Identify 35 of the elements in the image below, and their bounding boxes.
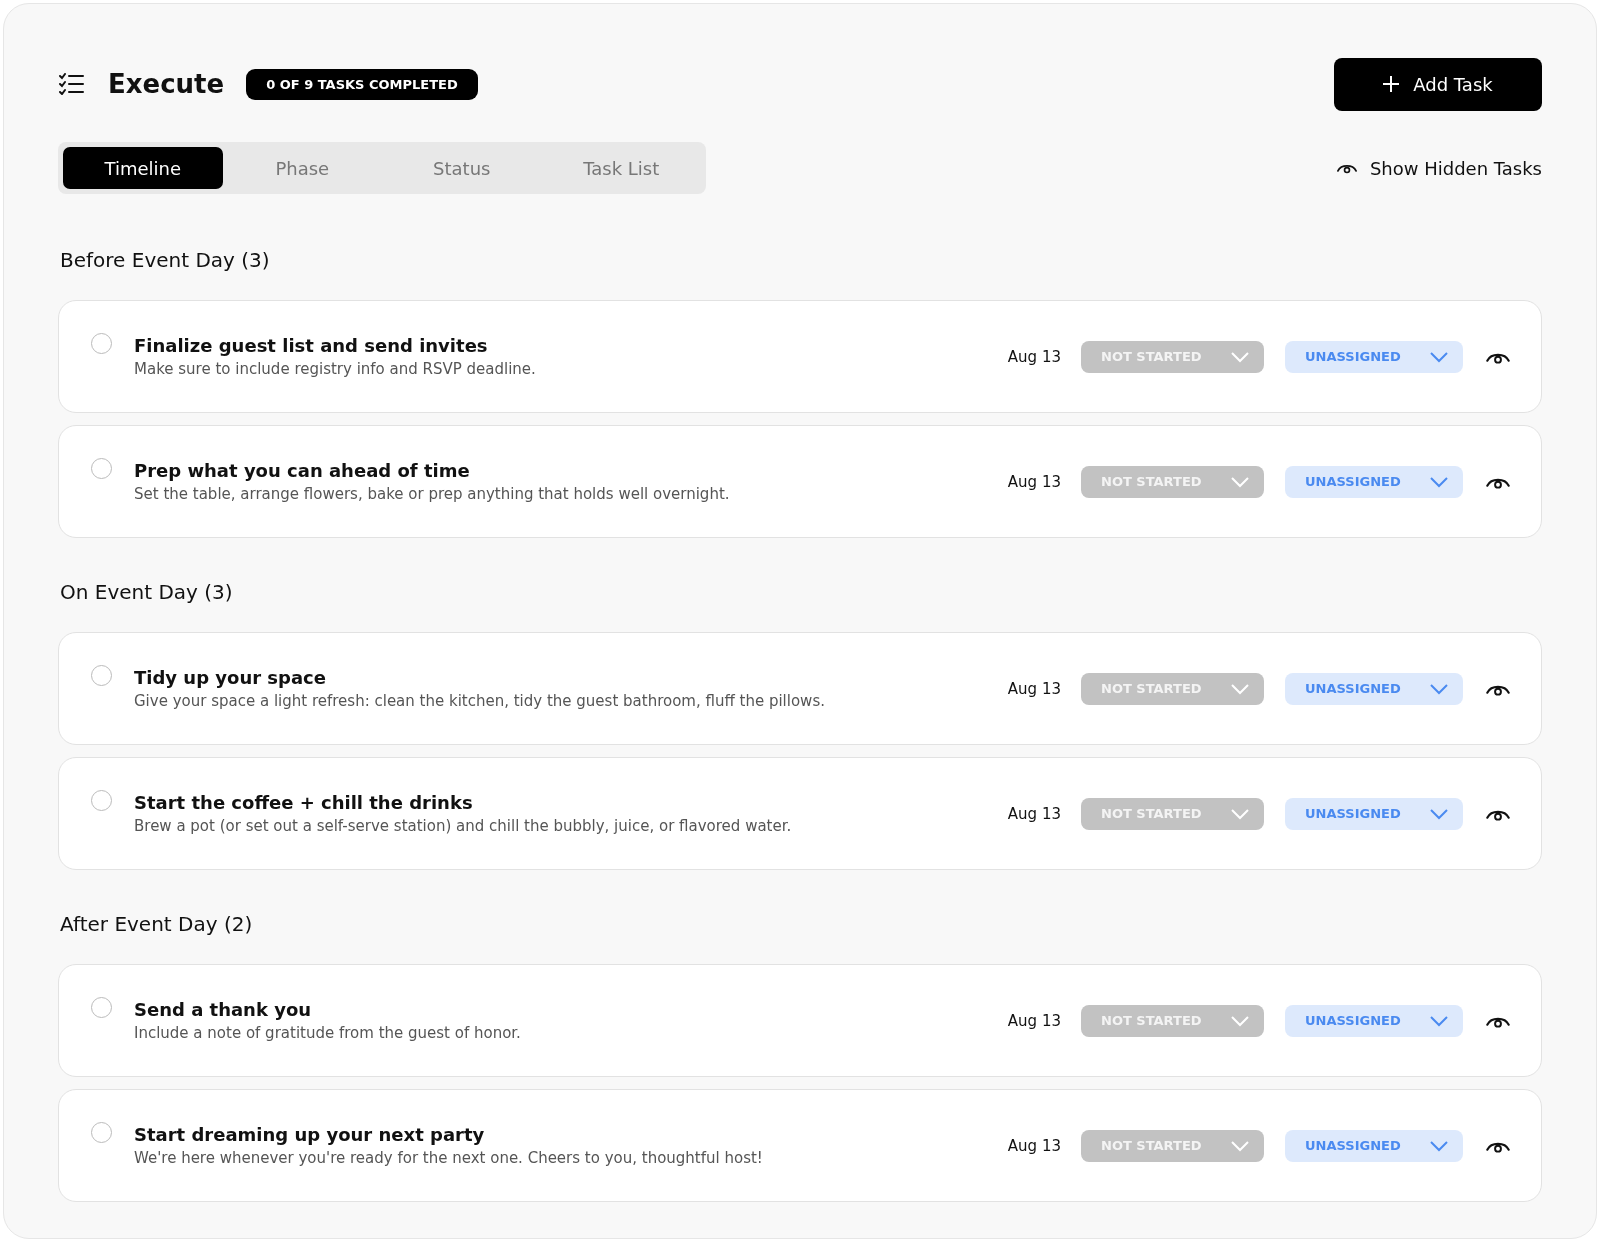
view-tab[interactable]: Status [382,147,542,189]
assignee-dropdown[interactable]: UNASSIGNED [1285,1129,1463,1162]
task-date: Aug 13 [1007,347,1061,366]
task-description: We're here whenever you're ready for the next one. Cheers to you, thoughtful host! [134,1149,764,1167]
task-title: Tidy up your space [134,667,327,688]
task-date: Aug 13 [1007,1011,1061,1030]
progress-badge: 0 OF 9 TASKS COMPLETED [246,68,478,100]
assignee-dropdown[interactable]: UNASSIGNED [1285,1004,1463,1037]
task-title: Prep what you can ahead of time [134,460,471,481]
view-tab[interactable]: Task List [541,147,701,189]
section-heading: Before Event Day (3) [60,248,271,272]
add-task-button[interactable]: Add Task [1334,57,1542,111]
task-title: Start the coffee + chill the drinks [134,792,474,813]
page-title: Execute [108,69,225,99]
section-heading: On Event Day (3) [60,580,234,604]
section-heading: After Event Day (2) [60,912,254,936]
task-date: Aug 13 [1007,679,1061,698]
task-title: Start dreaming up your next party [134,1124,486,1145]
task-date: Aug 13 [1007,472,1061,491]
view-tab[interactable]: Phase [222,147,382,189]
assignee-dropdown[interactable]: UNASSIGNED [1285,797,1463,830]
assignee-dropdown[interactable]: UNASSIGNED [1285,340,1463,373]
task-date: Aug 13 [1007,1136,1061,1155]
show-hidden-tasks-button[interactable]: Show Hidden Tasks [1335,157,1542,179]
task-description: Include a note of gratitude from the guest of honor. [134,1024,522,1042]
task-date: Aug 13 [1007,804,1061,823]
task-description: Set the table, arrange flowers, bake or prep anything that holds well overnight. [134,485,731,503]
task-description: Give your space a light refresh: clean the kitchen, tidy the guest bathroom, fluff the pillows. [134,692,826,710]
task-description: Make sure to include registry info and RSVP deadline. [134,360,537,378]
assignee-dropdown[interactable]: UNASSIGNED [1285,465,1463,498]
assignee-dropdown[interactable]: UNASSIGNED [1285,672,1463,705]
view-tab[interactable]: Timeline [63,147,223,189]
task-title: Finalize guest list and send invites [134,335,489,356]
task-description: Brew a pot (or set out a self-serve station) and chill the bubbly, juice, or flavored water. [134,817,793,835]
task-title: Send a thank you [134,999,313,1020]
